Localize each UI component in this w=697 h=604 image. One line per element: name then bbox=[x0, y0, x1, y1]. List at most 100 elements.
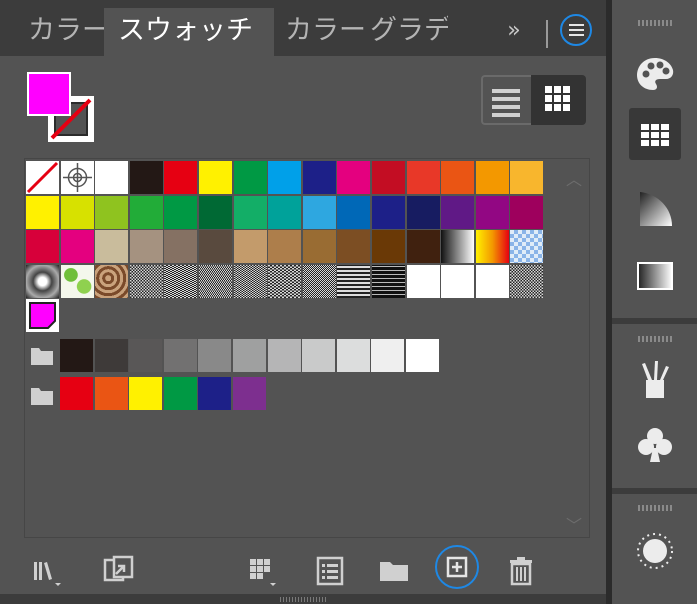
dock-grip[interactable] bbox=[638, 505, 674, 511]
resize-grip[interactable] bbox=[280, 597, 328, 602]
group-swatch[interactable] bbox=[267, 339, 301, 372]
group-swatch[interactable] bbox=[60, 339, 93, 372]
swatch[interactable] bbox=[26, 196, 59, 229]
group-swatch[interactable] bbox=[163, 339, 197, 372]
tab-overflow-button[interactable]: » bbox=[500, 14, 528, 48]
group-swatch[interactable] bbox=[406, 339, 439, 372]
swatch[interactable] bbox=[302, 230, 336, 263]
swatch[interactable] bbox=[129, 161, 163, 194]
swatch-group-folder-icon[interactable] bbox=[30, 386, 54, 406]
selected-swatch[interactable] bbox=[26, 299, 59, 332]
swatch[interactable] bbox=[95, 265, 129, 298]
swatch[interactable] bbox=[510, 196, 544, 229]
swatch[interactable] bbox=[26, 161, 59, 194]
swatch[interactable] bbox=[337, 161, 371, 194]
group-swatch[interactable] bbox=[371, 339, 405, 372]
swatch[interactable] bbox=[129, 196, 163, 229]
swatch[interactable] bbox=[372, 161, 405, 194]
swatch[interactable] bbox=[60, 230, 94, 263]
fill-color-box[interactable] bbox=[27, 72, 71, 116]
group-swatch[interactable] bbox=[94, 339, 128, 372]
swatch-kind-icon[interactable] bbox=[246, 554, 280, 588]
swatch[interactable] bbox=[441, 196, 475, 229]
gradient-fan-icon[interactable] bbox=[634, 188, 676, 230]
swatch[interactable] bbox=[337, 196, 371, 229]
swatch[interactable] bbox=[233, 196, 267, 229]
swatch[interactable] bbox=[475, 265, 509, 298]
swatch[interactable] bbox=[60, 161, 94, 194]
swatch[interactable] bbox=[60, 265, 94, 298]
group-swatch[interactable] bbox=[336, 339, 370, 372]
brightness-icon[interactable] bbox=[634, 530, 676, 572]
swatch-group-folder-icon[interactable] bbox=[30, 346, 54, 366]
swatch[interactable] bbox=[337, 230, 371, 263]
swatch[interactable] bbox=[95, 161, 129, 194]
new-swatch-icon[interactable] bbox=[440, 550, 474, 584]
swatch[interactable] bbox=[510, 161, 544, 194]
swatch[interactable] bbox=[199, 196, 232, 229]
group-swatch[interactable] bbox=[129, 339, 163, 372]
group-swatch[interactable] bbox=[198, 377, 232, 410]
swatch[interactable] bbox=[199, 161, 232, 194]
swatch[interactable] bbox=[372, 196, 405, 229]
scroll-up-arrow[interactable]: ︿ bbox=[566, 166, 582, 190]
tab-gradient[interactable]: グラデ bbox=[370, 6, 448, 56]
group-swatch[interactable] bbox=[233, 339, 266, 372]
group-swatch[interactable] bbox=[198, 339, 232, 372]
swatch[interactable] bbox=[372, 230, 405, 263]
panel-menu-button[interactable] bbox=[560, 14, 592, 46]
gradient-icon[interactable] bbox=[634, 255, 676, 297]
swatch[interactable] bbox=[164, 196, 198, 229]
swatch[interactable] bbox=[164, 230, 198, 263]
new-group-folder-icon[interactable] bbox=[377, 554, 411, 588]
swatches-dock-button[interactable] bbox=[629, 108, 681, 160]
swatch[interactable] bbox=[406, 265, 440, 298]
library-icon[interactable] bbox=[30, 554, 64, 588]
swatch[interactable] bbox=[268, 265, 302, 298]
group-swatch[interactable] bbox=[94, 377, 128, 410]
grid-view-button[interactable] bbox=[531, 75, 586, 125]
swatch-options-icon[interactable] bbox=[313, 554, 347, 588]
swatch[interactable] bbox=[441, 230, 475, 263]
swatch[interactable] bbox=[406, 161, 440, 194]
group-swatch[interactable] bbox=[302, 339, 336, 372]
swatch[interactable] bbox=[406, 196, 440, 229]
swatch[interactable] bbox=[302, 161, 336, 194]
swatch[interactable] bbox=[129, 230, 163, 263]
swatch[interactable] bbox=[129, 265, 163, 298]
group-swatch[interactable] bbox=[163, 377, 197, 410]
place-swatch-icon[interactable] bbox=[102, 554, 136, 588]
swatch[interactable] bbox=[268, 230, 302, 263]
swatch[interactable] bbox=[164, 265, 198, 298]
tab-color[interactable]: カラー bbox=[28, 6, 106, 56]
swatch[interactable] bbox=[337, 265, 371, 298]
swatch[interactable] bbox=[475, 230, 509, 263]
swatch[interactable] bbox=[95, 230, 129, 263]
list-view-button[interactable] bbox=[481, 75, 531, 125]
trash-icon[interactable] bbox=[504, 554, 538, 588]
swatch[interactable] bbox=[233, 265, 267, 298]
swatch[interactable] bbox=[268, 161, 302, 194]
swatch[interactable] bbox=[510, 265, 544, 298]
symbols-icon[interactable] bbox=[634, 424, 676, 466]
swatch[interactable] bbox=[302, 196, 336, 229]
swatch[interactable] bbox=[475, 161, 509, 194]
group-swatch[interactable] bbox=[129, 377, 163, 410]
swatch[interactable] bbox=[406, 230, 440, 263]
swatch[interactable] bbox=[268, 196, 302, 229]
swatch[interactable] bbox=[441, 161, 475, 194]
swatch[interactable] bbox=[233, 161, 267, 194]
swatch[interactable] bbox=[372, 265, 405, 298]
tab-swatches[interactable]: スウォッチ bbox=[104, 8, 274, 56]
swatch[interactable] bbox=[60, 196, 94, 229]
brushes-icon[interactable] bbox=[634, 358, 676, 400]
tab-color-guide[interactable]: カラー bbox=[285, 6, 365, 56]
group-swatch[interactable] bbox=[60, 377, 93, 410]
swatch[interactable] bbox=[26, 265, 59, 298]
swatch[interactable] bbox=[441, 265, 475, 298]
swatch[interactable] bbox=[510, 230, 544, 263]
palette-icon[interactable] bbox=[634, 53, 676, 95]
swatch[interactable] bbox=[164, 161, 198, 194]
swatch[interactable] bbox=[95, 196, 129, 229]
swatch[interactable] bbox=[199, 265, 232, 298]
